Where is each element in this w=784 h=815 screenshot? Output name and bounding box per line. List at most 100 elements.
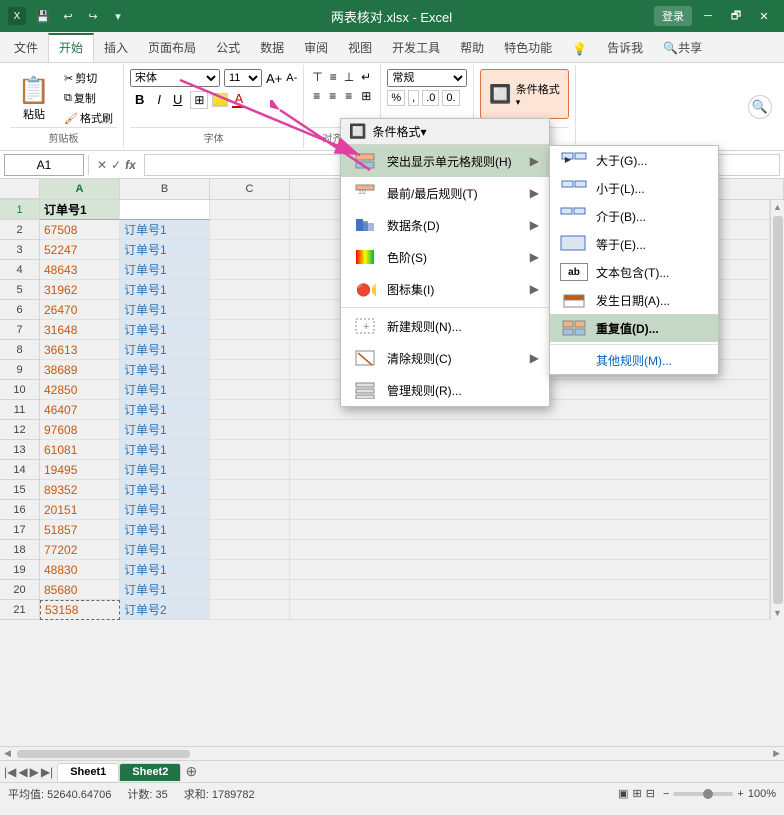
row-num-7[interactable]: 7 — [0, 320, 40, 340]
comma-btn[interactable]: , — [408, 90, 419, 106]
cell-c8[interactable] — [210, 340, 290, 360]
cell-b16[interactable]: 订单号1 — [120, 500, 210, 520]
cell-c4[interactable] — [210, 260, 290, 280]
hscroll-thumb[interactable] — [17, 750, 190, 758]
tab-share[interactable]: 🔍共享 — [653, 33, 712, 62]
cell-b15[interactable]: 订单号1 — [120, 480, 210, 500]
cell-c18[interactable] — [210, 540, 290, 560]
align-left-btn[interactable]: ≡ — [310, 88, 323, 104]
cell-b3[interactable]: 订单号1 — [120, 240, 210, 260]
copy-button[interactable]: ⧉ 复制 — [60, 89, 117, 107]
row-num-16[interactable]: 16 — [0, 500, 40, 520]
cell-c21[interactable] — [210, 600, 290, 620]
sheet-nav-first[interactable]: |◀ — [4, 765, 16, 779]
tab-developer[interactable]: 开发工具 — [382, 33, 450, 62]
cell-c5[interactable] — [210, 280, 290, 300]
cell-b20[interactable]: 订单号1 — [120, 580, 210, 600]
scroll-right-btn[interactable]: ▶ — [769, 746, 784, 761]
redo-btn[interactable]: ↪ — [82, 5, 104, 27]
wrap-text-btn[interactable]: ↵ — [359, 69, 373, 85]
cell-b10[interactable]: 订单号1 — [120, 380, 210, 400]
cell-b11[interactable]: 订单号1 — [120, 400, 210, 420]
scroll-thumb[interactable] — [773, 216, 783, 604]
menu-item-clear-rules[interactable]: 清除规则(C) ▶ — [341, 342, 549, 374]
cell-c12[interactable] — [210, 420, 290, 440]
row-num-14[interactable]: 14 — [0, 460, 40, 480]
cell-c1[interactable] — [210, 200, 290, 220]
cell-a19[interactable]: 48830 — [40, 560, 120, 580]
submenu-equal-to[interactable]: 等于(E)... — [550, 230, 718, 258]
cell-b8[interactable]: 订单号1 — [120, 340, 210, 360]
scroll-down-btn[interactable]: ▼ — [771, 606, 784, 620]
row-num-12[interactable]: 12 — [0, 420, 40, 440]
cell-a10[interactable]: 42850 — [40, 380, 120, 400]
submenu-date-occurring[interactable]: 发生日期(A)... — [550, 286, 718, 314]
cell-c15[interactable] — [210, 480, 290, 500]
number-format-select[interactable]: 常规 — [387, 69, 467, 87]
sheet-nav-last[interactable]: ▶| — [41, 765, 53, 779]
cell-a7[interactable]: 31648 — [40, 320, 120, 340]
cell-b7[interactable]: 订单号1 — [120, 320, 210, 340]
submenu-between[interactable]: 介于(B)... — [550, 202, 718, 230]
cell-c17[interactable] — [210, 520, 290, 540]
align-bottom-btn[interactable]: ⊥ — [342, 69, 356, 85]
sheet-nav-next[interactable]: ▶ — [30, 765, 39, 779]
sheet-nav-prev[interactable]: ◀ — [18, 765, 27, 779]
cell-c2[interactable] — [210, 220, 290, 240]
tab-review[interactable]: 审阅 — [294, 33, 338, 62]
undo-btn[interactable]: ↩ — [57, 5, 79, 27]
italic-button[interactable]: I — [153, 91, 165, 108]
cell-b5[interactable]: 订单号1 — [120, 280, 210, 300]
cell-a21[interactable]: 53158 — [40, 600, 120, 620]
cell-b13[interactable]: 订单号1 — [120, 440, 210, 460]
row-num-1[interactable]: 1 — [0, 200, 40, 220]
row-num-9[interactable]: 9 — [0, 360, 40, 380]
tab-file[interactable]: 文件 — [4, 33, 48, 62]
align-right-btn[interactable]: ≡ — [342, 88, 355, 104]
cell-a2[interactable]: 67508 — [40, 220, 120, 240]
cut-button[interactable]: ✂ 剪切 — [60, 69, 117, 87]
cell-b2[interactable]: 订单号1 — [120, 220, 210, 240]
percent-btn[interactable]: % — [387, 90, 405, 106]
underline-button[interactable]: U — [169, 91, 186, 108]
row-num-3[interactable]: 3 — [0, 240, 40, 260]
row-num-18[interactable]: 18 — [0, 540, 40, 560]
align-middle-btn[interactable]: ≡ — [328, 69, 339, 85]
increase-font-btn[interactable]: A+ — [266, 71, 282, 86]
font-color-button[interactable]: A — [232, 91, 245, 108]
save-quick-btn[interactable]: 💾 — [32, 5, 54, 27]
menu-item-top-bottom[interactable]: 10 最前/最后规则(T) ▶ — [341, 177, 549, 209]
cell-a9[interactable]: 38689 — [40, 360, 120, 380]
menu-item-new-rule[interactable]: + 新建规则(N)... — [341, 310, 549, 342]
menu-item-color-scales[interactable]: 色阶(S) ▶ — [341, 241, 549, 273]
submenu-text-contains[interactable]: ab 文本包含(T)... — [550, 258, 718, 286]
menu-item-data-bars[interactable]: 数据条(D) ▶ — [341, 209, 549, 241]
conditional-format-button[interactable]: 🔲 条件格式 ▾ — [480, 69, 568, 119]
menu-item-highlight-rules[interactable]: 突出显示单元格规则(H) ▶ ▶ 大于(G)... 小于(L)... — [341, 145, 549, 177]
row-num-4[interactable]: 4 — [0, 260, 40, 280]
normal-view-btn[interactable]: ▣ — [618, 787, 628, 800]
tab-tell-me[interactable]: 告诉我 — [597, 33, 653, 62]
col-header-a[interactable]: A — [40, 179, 120, 199]
menu-item-manage-rules[interactable]: 管理规则(R)... — [341, 374, 549, 406]
cell-a5[interactable]: 31962 — [40, 280, 120, 300]
ribbon-search-button[interactable]: 🔍 — [748, 95, 772, 119]
cell-a20[interactable]: 85680 — [40, 580, 120, 600]
tab-home[interactable]: 开始 — [48, 33, 94, 62]
cell-b12[interactable]: 订单号1 — [120, 420, 210, 440]
insert-function-icon[interactable]: fx — [125, 158, 136, 172]
cell-c20[interactable] — [210, 580, 290, 600]
border-button[interactable]: ⊞ — [190, 91, 208, 109]
tab-data[interactable]: 数据 — [250, 33, 294, 62]
cell-b1[interactable] — [120, 200, 210, 220]
cell-b14[interactable]: 订单号1 — [120, 460, 210, 480]
menu-item-icon-sets[interactable]: 🔴🟡🟢 图标集(I) ▶ — [341, 273, 549, 305]
scroll-left-btn[interactable]: ◀ — [0, 746, 15, 761]
cell-a1[interactable]: 订单号1 — [40, 200, 120, 220]
row-num-19[interactable]: 19 — [0, 560, 40, 580]
cell-c13[interactable] — [210, 440, 290, 460]
submenu-less-than[interactable]: 小于(L)... — [550, 174, 718, 202]
name-box[interactable] — [4, 154, 84, 176]
row-num-8[interactable]: 8 — [0, 340, 40, 360]
confirm-formula-icon[interactable]: ✓ — [111, 158, 121, 172]
